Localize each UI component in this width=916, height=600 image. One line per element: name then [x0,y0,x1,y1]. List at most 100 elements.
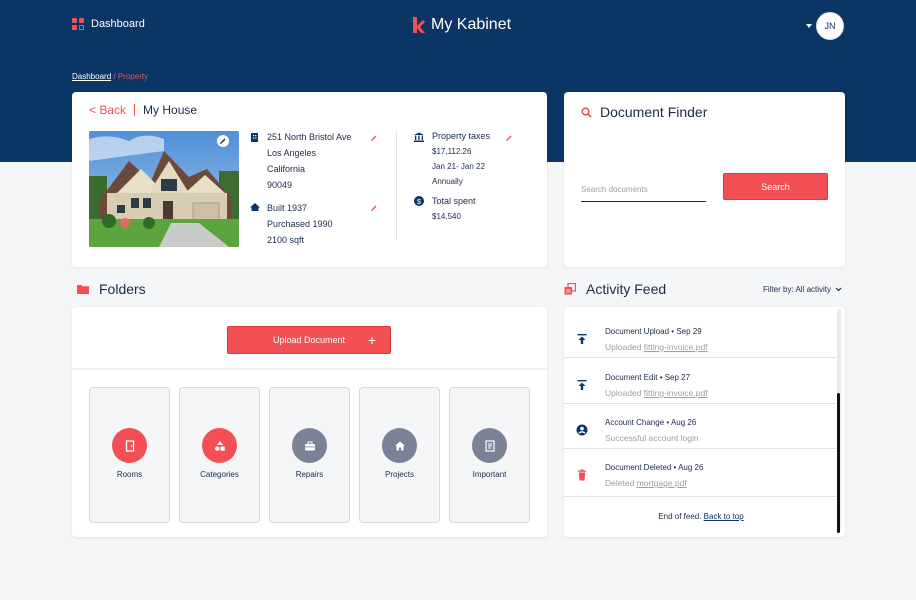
brand: My Kabinet [413,16,511,34]
address-city: Los Angeles [267,148,317,158]
dashboard-grid-icon [72,18,84,30]
folders-card: Upload Document + Rooms Categories Repai… [72,307,547,537]
upload-icon [577,334,587,344]
feed-end: End of feed. Back to top [564,512,838,521]
feed-item-detail: Successful account login [605,433,699,443]
edit-taxes-icon[interactable] [505,134,513,142]
upload-document-button[interactable]: Upload Document + [227,326,391,354]
feed-item-file-link[interactable]: mortgage.pdf [637,478,687,488]
folder-icon [77,285,89,294]
divider [72,368,547,370]
feed-item-file-link[interactable]: fitting-invoice.pdf [644,388,708,398]
chevron-down-icon [835,287,842,292]
address-state: California [267,164,306,174]
trash-icon [578,469,586,481]
purchased-year: Purchased 1990 [267,219,333,229]
square-footage: 2100 sqft [267,235,305,245]
breadcrumb-dashboard-link[interactable]: Dashboard [72,72,111,81]
home-icon [250,203,260,211]
address-zip: 90049 [267,180,293,190]
feed-item: Account Change • Aug 26 Successful accou… [564,404,838,449]
tile-label: Important [472,470,507,479]
feed-item-detail-text: Uploaded [605,342,642,352]
nav-dashboard-label: Dashboard [91,18,145,30]
activity-icon [564,283,576,295]
search-input[interactable] [581,178,706,202]
tile-label: Repairs [295,470,324,479]
building-icon [251,133,258,142]
back-to-top-link[interactable]: Back to top [704,512,744,521]
built-year: Built 1937 [267,203,308,213]
feed-item-title: Account Change • Aug 26 [605,418,697,427]
total-amount: $14,540 [432,212,461,221]
feed-item-title: Document Deleted • Aug 26 [605,463,704,472]
folder-tile-important[interactable]: Important [449,387,530,523]
folders-title: Folders [99,281,146,297]
taxes-period: Jan 21- Jan 22 [432,162,485,171]
brand-name: My Kabinet [431,16,512,33]
address-block: 251 North Bristol Ave Los Angeles Califo… [267,129,351,193]
divider [134,104,136,116]
document-finder-card: Document Finder Search [564,92,845,267]
filter-label: Filter by: All activity [763,285,832,294]
avatar[interactable]: JN [816,12,844,40]
house-photo [89,131,239,247]
finder-title: Document Finder [600,104,708,120]
activity-title: Activity Feed [586,281,667,297]
property-name: My House [143,103,198,117]
taxes-amount: $17,112.26 [432,147,472,156]
total-block: Total spent $14,540 [432,194,476,224]
edit-address-icon[interactable] [370,134,378,142]
shapes-icon [202,428,237,463]
scrollbar-thumb[interactable] [837,393,840,533]
toolbox-icon [292,428,327,463]
feed-item: Document Upload • Sep 29 Uploaded fittin… [564,313,838,358]
folder-tile-categories[interactable]: Categories [179,387,260,523]
door-icon [112,428,147,463]
house-icon [382,428,417,463]
column-divider [396,131,397,239]
finder-header: Document Finder [581,104,707,120]
upload-icon [577,380,587,390]
property-header: < Back My House [89,103,197,117]
feed-item-detail-text: Deleted [605,478,635,488]
search-icon [581,106,592,118]
caret-down-icon [806,24,812,28]
document-icon [472,428,507,463]
taxes-label: Property taxes [432,131,491,141]
feed-item: Document Deleted • Aug 26 Deleted mortga… [564,449,838,497]
edit-history-icon[interactable] [370,204,378,212]
activity-filter-dropdown[interactable]: Filter by: All activity [763,285,842,294]
dollar-icon: $ [414,196,424,206]
folder-tile-repairs[interactable]: Repairs [269,387,350,523]
property-card: < Back My House 251 North Bristol Ave Lo… [72,92,547,267]
total-label: Total spent [432,196,476,206]
feed-item-detail-text: Uploaded [605,388,642,398]
feed-item-detail: Deleted mortgage.pdf [605,478,687,488]
folder-tile-projects[interactable]: Projects [359,387,440,523]
kabinet-logo-icon [413,17,425,33]
folder-tile-rooms[interactable]: Rooms [89,387,170,523]
activity-header: Activity Feed [564,281,666,297]
plus-icon: + [367,332,376,348]
feed-item-detail: Uploaded fitting-invoice.pdf [605,342,708,352]
nav-dashboard-link[interactable]: Dashboard [72,18,145,30]
breadcrumb: Dashboard / Property [72,72,148,81]
tile-label: Categories [200,470,239,479]
breadcrumb-current: Property [117,72,149,81]
tile-label: Rooms [116,470,143,479]
feed-item-title: Document Upload • Sep 29 [605,327,702,336]
back-link[interactable]: < Back [89,103,126,117]
search-button[interactable]: Search [723,173,828,200]
user-menu[interactable]: JN [806,12,844,40]
feed-item-detail: Uploaded fitting-invoice.pdf [605,388,708,398]
upload-label: Upload Document [272,335,346,345]
folders-header: Folders [77,281,146,297]
bank-icon [414,132,424,142]
photo-edit-button[interactable] [217,135,229,147]
feed-item-file-link[interactable]: fitting-invoice.pdf [644,342,708,352]
feed-item: Document Edit • Sep 27 Uploaded fitting-… [564,359,838,404]
feed-item-title: Document Edit • Sep 27 [605,373,691,382]
activity-feed-card: Document Upload • Sep 29 Uploaded fittin… [564,307,845,537]
user-circle-icon [576,424,588,436]
